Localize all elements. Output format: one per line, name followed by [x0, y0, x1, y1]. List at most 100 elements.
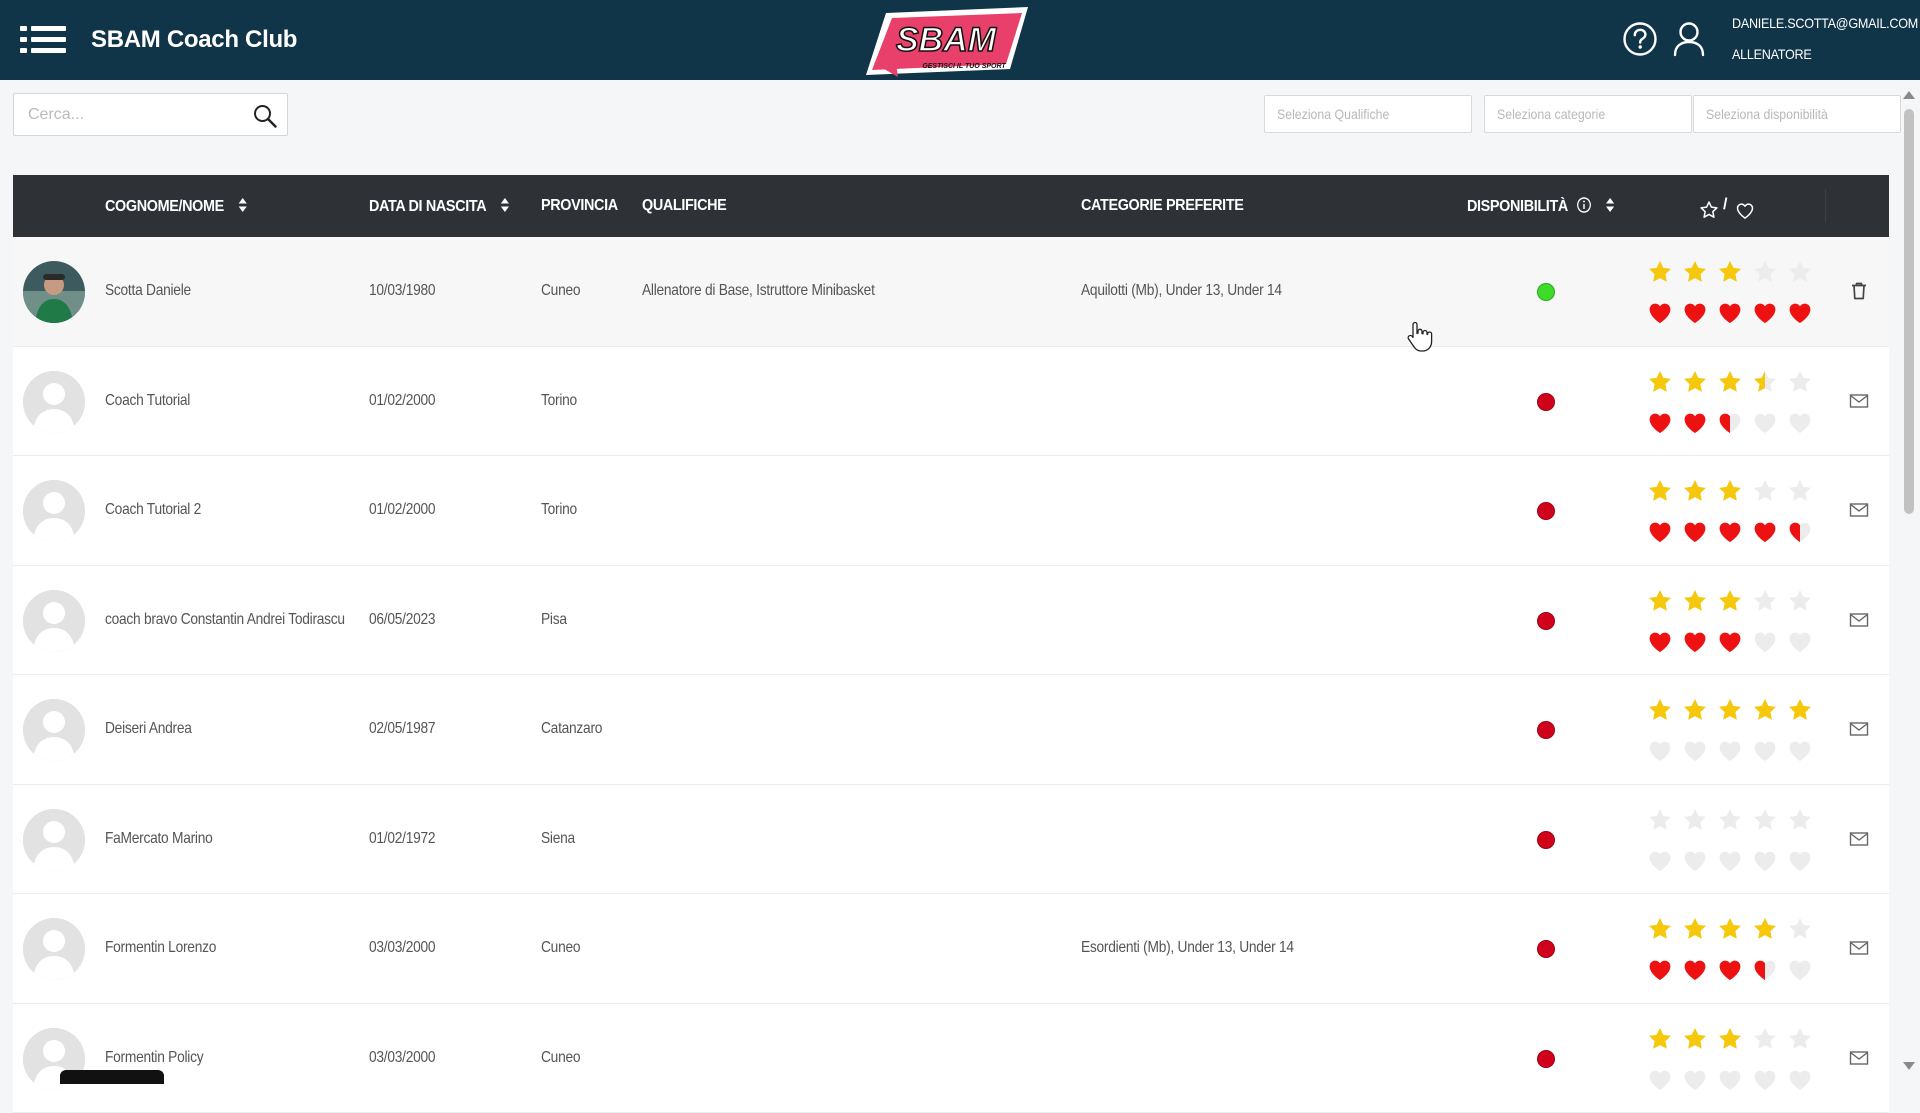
- cell-province: Pisa: [541, 611, 567, 629]
- scrollbar[interactable]: [1902, 87, 1916, 1077]
- sort-icon[interactable]: [500, 197, 509, 213]
- trash-icon[interactable]: [1847, 279, 1871, 303]
- scroll-up-arrow-icon[interactable]: [1903, 91, 1915, 99]
- heart-icon: [1752, 957, 1778, 983]
- star-icon: [1717, 588, 1743, 614]
- star-icon: [1717, 697, 1743, 723]
- filter-categories-select[interactable]: Seleziona categorie: [1484, 95, 1692, 133]
- heart-icon: [1717, 629, 1743, 655]
- availability-status-dot: [1537, 940, 1555, 958]
- cell-name: coach bravo Constantin Andrei Todirascu: [105, 611, 345, 629]
- table-body: Scotta Daniele10/03/1980CuneoAllenatore …: [13, 237, 1889, 1113]
- star-icon: [1647, 259, 1673, 285]
- scroll-down-arrow-icon[interactable]: [1903, 1062, 1915, 1070]
- avatar: [23, 918, 85, 980]
- star-icon: [1717, 478, 1743, 504]
- user-role: ALLENATORE: [1732, 46, 1811, 62]
- heart-icon: [1787, 300, 1813, 326]
- help-icon[interactable]: [1622, 21, 1658, 57]
- availability-status-dot: [1537, 721, 1555, 739]
- cell-birth-date: 03/03/2000: [369, 1049, 435, 1067]
- star-icon: [1647, 369, 1673, 395]
- star-icon: [1682, 697, 1708, 723]
- availability-status-dot: [1537, 502, 1555, 520]
- star-icon: [1682, 588, 1708, 614]
- scroll-thumb[interactable]: [1904, 109, 1914, 514]
- heart-icon: [1717, 738, 1743, 764]
- heart-icon: [1787, 519, 1813, 545]
- heart-icon: [1682, 629, 1708, 655]
- cell-name: Coach Tutorial 2: [105, 501, 201, 519]
- star-icon: [1787, 1026, 1813, 1052]
- avatar: [23, 699, 85, 761]
- default-avatar-icon: [23, 699, 85, 761]
- star-icon: [1717, 369, 1743, 395]
- star-icon: [1787, 916, 1813, 942]
- heart-icon: [1682, 300, 1708, 326]
- column-header-availability[interactable]: DISPONIBILITÀ: [1467, 197, 1615, 216]
- hand-cursor-icon: [1407, 320, 1433, 352]
- availability-status-dot: [1537, 393, 1555, 411]
- cell-province: Cuneo: [541, 1049, 580, 1067]
- cell-province: Cuneo: [541, 939, 580, 957]
- column-header-name[interactable]: COGNOME/NOME: [105, 197, 247, 216]
- search-input[interactable]: [14, 94, 234, 135]
- star-icon: [1752, 259, 1778, 285]
- table-row[interactable]: Scotta Daniele10/03/1980CuneoAllenatore …: [13, 237, 1889, 347]
- star-icon: [1682, 1026, 1708, 1052]
- availability-status-dot: [1537, 283, 1555, 301]
- menu-icon[interactable]: [20, 26, 66, 54]
- bottom-tab-handle: [60, 1070, 164, 1084]
- mail-icon[interactable]: [1847, 936, 1871, 960]
- filter-availability-select[interactable]: Seleziona disponibilità: [1693, 95, 1901, 133]
- cell-province: Torino: [541, 501, 577, 519]
- star-icon: [1682, 916, 1708, 942]
- star-icon: [1682, 259, 1708, 285]
- cell-categories: Aquilotti (Mb), Under 13, Under 14: [1081, 282, 1282, 300]
- column-header-birth-date[interactable]: DATA DI NASCITA: [369, 197, 509, 216]
- filter-qualifications-select[interactable]: Seleziona Qualifiche: [1264, 95, 1472, 133]
- table-row[interactable]: Coach Tutorial01/02/2000Torino: [13, 347, 1889, 457]
- table-row[interactable]: Formentin Policy03/03/2000Cuneo: [13, 1004, 1889, 1113]
- sbam-logo[interactable]: SBAM GESTISCI IL TUO SPORT: [864, 5, 1030, 77]
- search-icon[interactable]: [253, 104, 277, 128]
- star-icon: [1647, 1026, 1673, 1052]
- star-icon: [1682, 478, 1708, 504]
- sort-icon[interactable]: [238, 197, 247, 213]
- heart-icon: [1647, 738, 1673, 764]
- mail-icon[interactable]: [1847, 498, 1871, 522]
- sort-icon[interactable]: [1606, 197, 1615, 213]
- default-avatar-icon: [23, 918, 85, 980]
- mail-icon[interactable]: [1847, 608, 1871, 632]
- avatar: [23, 261, 85, 323]
- user-profile-icon[interactable]: [1673, 21, 1705, 57]
- mail-icon[interactable]: [1847, 1046, 1871, 1070]
- cell-birth-date: 01/02/2000: [369, 501, 435, 519]
- star-icon: [1682, 369, 1708, 395]
- info-icon[interactable]: [1577, 197, 1591, 213]
- heart-icon: [1787, 738, 1813, 764]
- cell-birth-date: 02/05/1987: [369, 720, 435, 738]
- table-row[interactable]: Formentin Lorenzo03/03/2000CuneoEsordien…: [13, 894, 1889, 1004]
- star-icon: [1682, 807, 1708, 833]
- column-header-province: PROVINCIA: [541, 197, 618, 215]
- table-row[interactable]: FaMercato Marino01/02/1972Siena: [13, 785, 1889, 895]
- mail-icon[interactable]: [1847, 827, 1871, 851]
- star-icon: [1787, 369, 1813, 395]
- table-row[interactable]: coach bravo Constantin Andrei Todirascu0…: [13, 566, 1889, 676]
- star-icon: [1647, 588, 1673, 614]
- star-icon: [1752, 1026, 1778, 1052]
- user-email: DANIELE.SCOTTA@GMAIL.COM: [1732, 15, 1918, 31]
- star-icon: [1752, 697, 1778, 723]
- star-icon: [1787, 259, 1813, 285]
- mail-icon[interactable]: [1847, 717, 1871, 741]
- mail-icon[interactable]: [1847, 389, 1871, 413]
- table-row[interactable]: Deiseri Andrea02/05/1987Catanzaro: [13, 675, 1889, 785]
- cell-name: FaMercato Marino: [105, 830, 213, 848]
- star-icon: [1787, 807, 1813, 833]
- cell-birth-date: 10/03/1980: [369, 282, 435, 300]
- table-header: COGNOME/NOME DATA DI NASCITA PROVINCIA Q…: [13, 175, 1889, 237]
- table-row[interactable]: Coach Tutorial 2 01/02/2000 Torino: [13, 456, 1889, 566]
- heart-icon: [1647, 957, 1673, 983]
- cell-name: Formentin Lorenzo: [105, 939, 216, 957]
